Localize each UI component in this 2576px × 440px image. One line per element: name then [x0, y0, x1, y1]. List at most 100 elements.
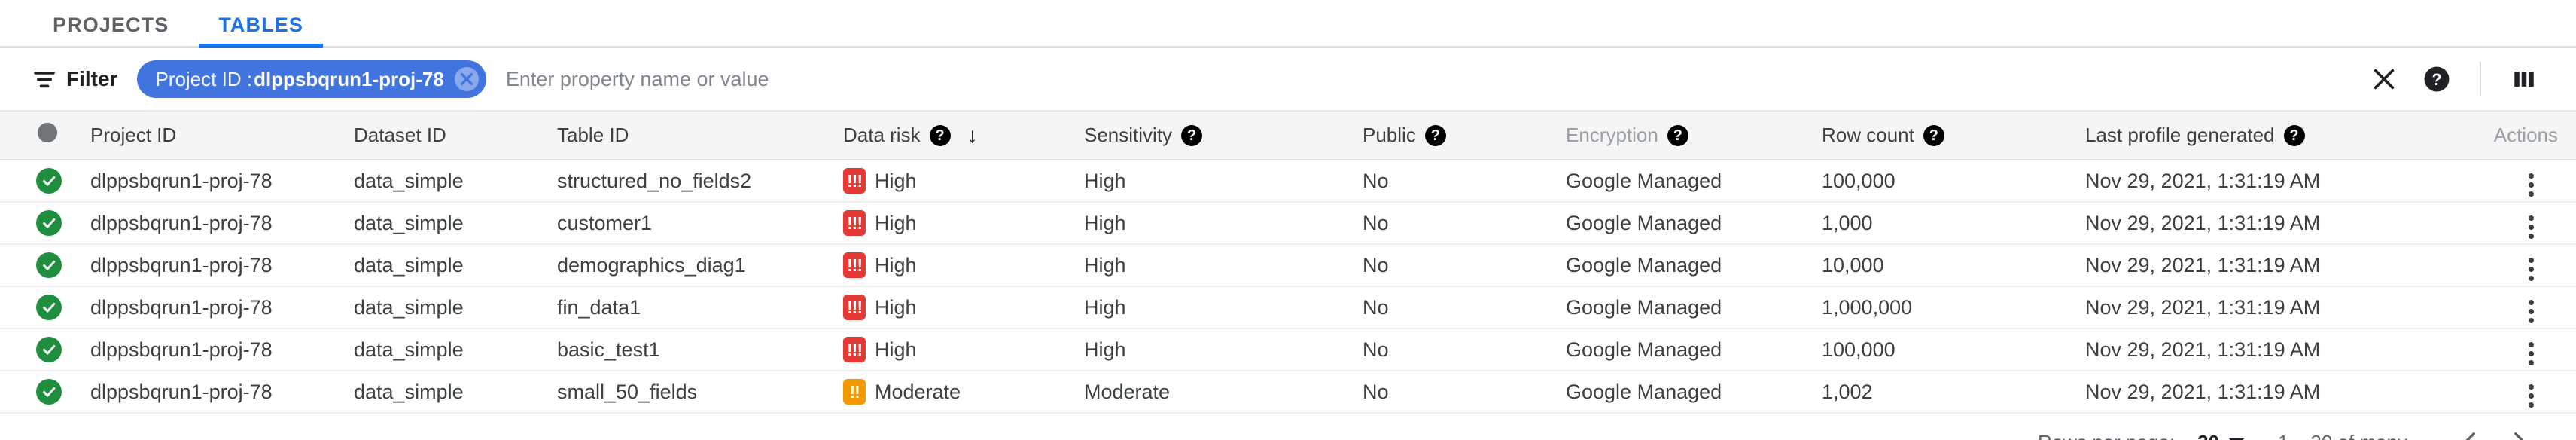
- row-public: No: [1363, 253, 1389, 277]
- rows-per-page-select[interactable]: 30: [2197, 431, 2245, 440]
- data-risk-high-icon: !!!: [843, 210, 866, 236]
- filter-chip-project-id[interactable]: Project ID : dlppsbqrun1-proj-78: [137, 60, 486, 98]
- column-header-last-profile-generated[interactable]: Last profile generated ?: [2085, 112, 2424, 160]
- row-row-count: 1,000: [1822, 211, 1873, 234]
- data-profiles-table: Project ID Dataset ID Table ID Data risk: [0, 112, 2576, 414]
- row-more-actions-button[interactable]: [2524, 211, 2538, 243]
- row-row-count: 10,000: [1822, 253, 1884, 277]
- help-button[interactable]: ?: [2410, 53, 2463, 105]
- toolbar-divider: [2480, 62, 2481, 96]
- table-header-row: Project ID Dataset ID Table ID Data risk: [0, 112, 2576, 160]
- rows-per-page-value: 30: [2197, 431, 2219, 440]
- row-data-risk: !!! High: [843, 328, 1084, 371]
- close-icon: [2371, 66, 2397, 92]
- table-row[interactable]: dlppsbqrun1-proj-78 data_simple small_50_f…: [0, 371, 2576, 413]
- column-header-public-label: Public: [1363, 124, 1416, 146]
- table-row[interactable]: dlppsbqrun1-proj-78 data_simple structured…: [0, 160, 2576, 202]
- help-icon[interactable]: ?: [1181, 124, 1203, 146]
- column-header-dataset-id-label: Dataset ID: [354, 124, 446, 146]
- row-encryption: Google Managed: [1566, 295, 1722, 319]
- svg-text:?: ?: [2431, 70, 2441, 89]
- row-status-cell: [0, 244, 90, 286]
- row-public: No: [1363, 338, 1389, 361]
- column-header-public[interactable]: Public ?: [1363, 112, 1566, 160]
- status-ok-icon: [36, 336, 62, 362]
- help-icon[interactable]: ?: [1667, 124, 1688, 146]
- column-header-table-id[interactable]: Table ID: [557, 112, 843, 160]
- row-data-risk-label: Moderate: [875, 380, 961, 403]
- status-circle-icon: [36, 121, 59, 149]
- column-header-table-id-label: Table ID: [557, 124, 629, 146]
- table-row[interactable]: dlppsbqrun1-proj-78 data_simple fin_data1!…: [0, 286, 2576, 328]
- row-table-id[interactable]: customer1: [557, 202, 843, 244]
- next-page-button[interactable]: [2495, 418, 2543, 440]
- row-actions-cell: [2424, 328, 2576, 371]
- clear-filters-button[interactable]: [2358, 53, 2410, 105]
- data-risk-high-icon: !!!: [843, 252, 866, 278]
- tab-projects[interactable]: PROJECTS: [33, 2, 188, 48]
- status-ok-icon: [36, 252, 62, 278]
- row-more-actions-button[interactable]: [2524, 338, 2538, 370]
- row-more-actions-button[interactable]: [2524, 169, 2538, 201]
- pagination-range-label: 1 – 30 of many: [2278, 431, 2407, 440]
- tab-projects-label: PROJECTS: [53, 13, 169, 36]
- table-row[interactable]: dlppsbqrun1-proj-78 data_simple demographi…: [0, 244, 2576, 286]
- row-last-profile-generated: Nov 29, 2021, 1:31:19 AM: [2085, 253, 2321, 277]
- row-last-profile-generated: Nov 29, 2021, 1:31:19 AM: [2085, 295, 2321, 319]
- row-more-actions-button[interactable]: [2524, 295, 2538, 328]
- help-icon[interactable]: ?: [929, 124, 951, 146]
- row-encryption: Google Managed: [1566, 380, 1722, 403]
- row-row-count: 1,002: [1822, 380, 1873, 403]
- filter-property-input[interactable]: [505, 67, 2358, 91]
- close-icon[interactable]: [454, 67, 479, 91]
- row-table-id[interactable]: demographics_diag1: [557, 244, 843, 286]
- row-table-id[interactable]: small_50_fields: [557, 371, 843, 413]
- filter-chip-value: dlppsbqrun1-proj-78: [254, 67, 444, 90]
- column-header-sensitivity[interactable]: Sensitivity ?: [1084, 112, 1363, 160]
- previous-page-button[interactable]: [2447, 418, 2495, 440]
- row-more-actions-button[interactable]: [2524, 380, 2538, 412]
- column-header-data-risk[interactable]: Data risk ? ↓: [843, 112, 1084, 160]
- row-project-id: dlppsbqrun1-proj-78: [90, 169, 273, 192]
- row-table-id[interactable]: structured_no_fields2: [557, 160, 843, 202]
- filter-button[interactable]: Filter: [33, 67, 117, 91]
- table-row[interactable]: dlppsbqrun1-proj-78 data_simple customer1!…: [0, 202, 2576, 244]
- rows-per-page-label: Rows per page:: [2038, 431, 2175, 440]
- row-data-risk-label: High: [875, 211, 917, 234]
- data-risk-moderate-icon: !!: [843, 379, 866, 405]
- data-risk-high-icon: !!!: [843, 295, 866, 320]
- row-dataset-id: data_simple: [354, 295, 464, 319]
- table-row[interactable]: dlppsbqrun1-proj-78 data_simple basic_test…: [0, 328, 2576, 371]
- row-data-risk-label: High: [875, 169, 917, 192]
- help-icon[interactable]: ?: [2283, 124, 2305, 146]
- help-icon[interactable]: ?: [1923, 124, 1944, 146]
- row-table-id[interactable]: fin_data1: [557, 286, 843, 328]
- column-header-actions: Actions: [2424, 112, 2576, 160]
- column-header-row-count[interactable]: Row count ?: [1822, 112, 2085, 160]
- row-table-id[interactable]: basic_test1: [557, 328, 843, 371]
- row-actions-cell: [2424, 160, 2576, 202]
- row-project-id: dlppsbqrun1-proj-78: [90, 295, 273, 319]
- row-sensitivity: High: [1084, 338, 1126, 361]
- row-actions-cell: [2424, 244, 2576, 286]
- column-header-last-profile-generated-label: Last profile generated: [2085, 124, 2275, 146]
- row-project-id: dlppsbqrun1-proj-78: [90, 211, 273, 234]
- column-header-project-id-label: Project ID: [90, 124, 177, 146]
- row-public: No: [1363, 169, 1389, 192]
- status-ok-icon: [36, 294, 62, 320]
- row-public: No: [1363, 295, 1389, 319]
- sort-descending-icon[interactable]: ↓: [967, 124, 978, 148]
- row-more-actions-button[interactable]: [2524, 253, 2538, 286]
- column-header-project-id[interactable]: Project ID: [90, 112, 354, 160]
- help-icon: ?: [2423, 66, 2450, 93]
- row-data-risk-label: High: [875, 253, 917, 277]
- column-display-options-button[interactable]: [2498, 53, 2550, 105]
- tab-tables[interactable]: TABLES: [199, 2, 323, 48]
- help-icon[interactable]: ?: [1424, 124, 1446, 146]
- column-header-encryption[interactable]: Encryption ?: [1566, 112, 1822, 160]
- column-header-dataset-id[interactable]: Dataset ID: [354, 112, 557, 160]
- row-row-count: 1,000,000: [1822, 295, 1913, 319]
- columns-icon: [2511, 66, 2537, 92]
- row-last-profile-generated: Nov 29, 2021, 1:31:19 AM: [2085, 169, 2321, 192]
- status-ok-icon: [36, 209, 62, 236]
